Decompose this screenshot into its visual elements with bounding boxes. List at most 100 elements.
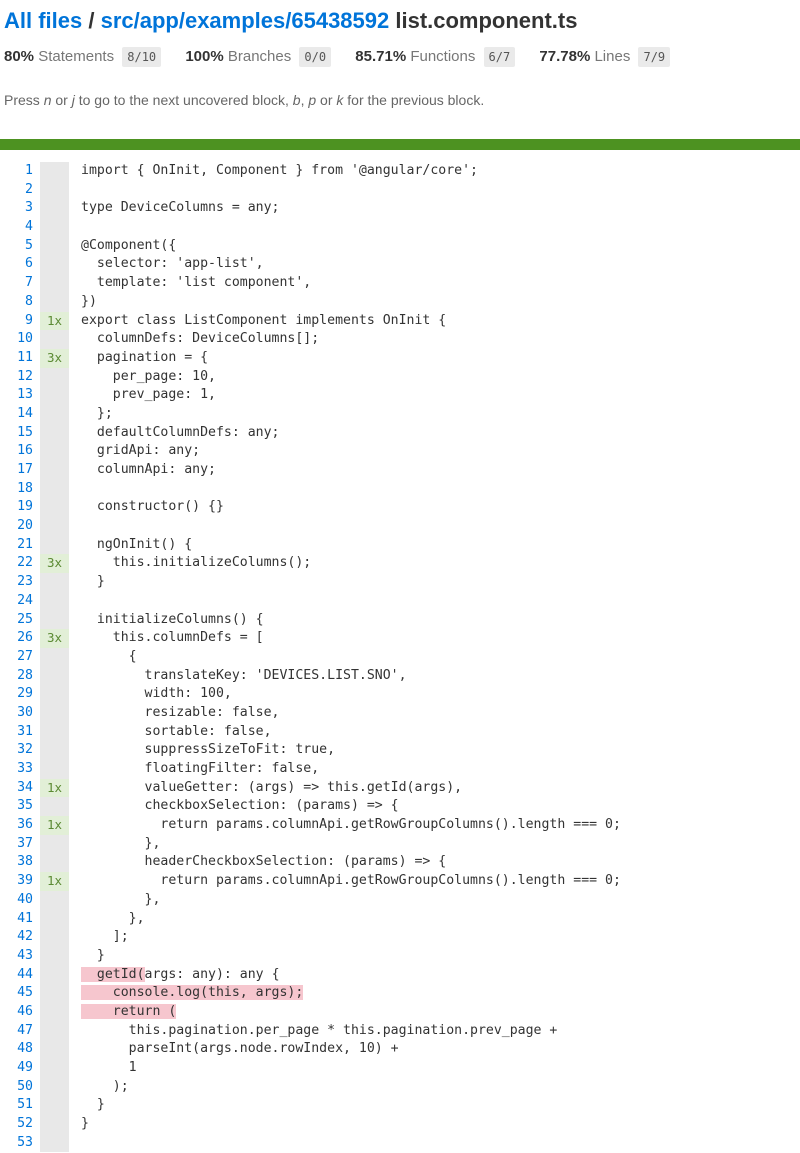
source-code: template: 'list component',: [81, 275, 312, 291]
line-number[interactable]: 35: [0, 797, 35, 816]
code-line: 34 1x valueGetter: (args) => this.getId(a…: [0, 778, 800, 798]
line-number[interactable]: 9: [0, 312, 35, 331]
source-code: width: 100,: [81, 686, 232, 702]
hit-count: [40, 909, 69, 929]
line-number[interactable]: 29: [0, 685, 35, 704]
line-number[interactable]: 14: [0, 405, 35, 424]
code-line: 23 }: [0, 573, 800, 592]
line-number[interactable]: 31: [0, 723, 35, 742]
code-line: 2: [0, 180, 800, 200]
line-number[interactable]: 47: [0, 1022, 35, 1041]
hit-count: 1x: [40, 311, 69, 331]
line-number[interactable]: 41: [0, 910, 35, 929]
code-line: 39 1x return params.columnApi.getRowGroup…: [0, 872, 800, 891]
line-number[interactable]: 36: [0, 816, 35, 835]
line-number[interactable]: 50: [0, 1078, 35, 1097]
code-line: 3 type DeviceColumns = any;: [0, 199, 800, 219]
line-number[interactable]: 44: [0, 966, 35, 985]
line-number[interactable]: 33: [0, 760, 35, 779]
hit-count: 3x: [40, 629, 69, 648]
code-line: 13 prev_page: 1,: [0, 386, 800, 405]
hit-count: [40, 722, 69, 742]
hit-count: 1x: [40, 816, 69, 835]
code-line: 17 columnApi: any;: [0, 461, 800, 480]
hit-count: [40, 535, 69, 555]
line-number[interactable]: 19: [0, 498, 35, 517]
line-number[interactable]: 13: [0, 386, 35, 405]
line-number[interactable]: 16: [0, 442, 35, 461]
line-number[interactable]: 2: [0, 181, 35, 200]
line-number[interactable]: 23: [0, 573, 35, 592]
line-number[interactable]: 8: [0, 293, 35, 312]
source-code: export class ListComponent implements On…: [81, 312, 447, 328]
line-number[interactable]: 21: [0, 536, 35, 555]
line-number[interactable]: 52: [0, 1115, 35, 1134]
line-number[interactable]: 12: [0, 368, 35, 387]
line-number[interactable]: 20: [0, 517, 35, 536]
line-number[interactable]: 17: [0, 461, 35, 480]
path-link[interactable]: src/app/examples/65438592: [101, 8, 390, 33]
line-number[interactable]: 45: [0, 984, 35, 1003]
line-number[interactable]: 42: [0, 928, 35, 947]
line-number[interactable]: 38: [0, 853, 35, 872]
line-number[interactable]: 1: [0, 162, 35, 181]
line-number[interactable]: 3: [0, 199, 35, 218]
source-code: checkboxSelection: (params) => {: [81, 798, 399, 814]
stat-label: Functions: [410, 48, 476, 66]
line-number[interactable]: 4: [0, 218, 35, 237]
code-line: 32 suppressSizeToFit: true,: [0, 741, 800, 760]
source-code: return params.columnApi.getRowGroupColum…: [81, 873, 621, 889]
line-number[interactable]: 40: [0, 891, 35, 910]
line-number[interactable]: 34: [0, 779, 35, 798]
line-number[interactable]: 27: [0, 648, 35, 667]
uncovered-code: console.log(this, args);: [81, 985, 304, 1001]
hit-count: [40, 1077, 69, 1097]
line-number[interactable]: 51: [0, 1096, 35, 1115]
source-code: 1: [81, 1060, 137, 1075]
source-code: initializeColumns() {: [81, 611, 264, 627]
hit-count: [40, 199, 69, 219]
line-number[interactable]: 25: [0, 611, 35, 630]
stat-fraction: 7/9: [638, 47, 671, 68]
line-number[interactable]: 32: [0, 741, 35, 760]
hit-count: [40, 330, 69, 349]
line-number[interactable]: 26: [0, 629, 35, 648]
code-line: 15 defaultColumnDefs: any;: [0, 423, 800, 443]
hit-count: [40, 573, 69, 592]
line-number[interactable]: 7: [0, 274, 35, 293]
source-code: this.pagination.per_page * this.paginati…: [81, 1022, 558, 1038]
uncovered-code: getId(: [81, 966, 145, 982]
stat-branches: 100% Branches 0/0: [185, 46, 332, 68]
line-number[interactable]: 39: [0, 872, 35, 891]
line-number[interactable]: 6: [0, 255, 35, 274]
line-number[interactable]: 53: [0, 1134, 35, 1153]
line-number[interactable]: 49: [0, 1059, 35, 1078]
line-number[interactable]: 10: [0, 330, 35, 349]
code-line: 21 ngOnInit() {: [0, 535, 800, 555]
line-number[interactable]: 18: [0, 480, 35, 499]
line-number[interactable]: 48: [0, 1040, 35, 1059]
source-code: type DeviceColumns = any;: [81, 200, 280, 216]
line-number[interactable]: 5: [0, 237, 35, 256]
line-number[interactable]: 37: [0, 835, 35, 854]
code-line: 27 {: [0, 647, 800, 667]
hit-count: [40, 1021, 69, 1041]
line-number[interactable]: 22: [0, 554, 35, 573]
all-files-link[interactable]: All files: [4, 8, 82, 33]
line-number[interactable]: 46: [0, 1003, 35, 1022]
source-code: }: [81, 1116, 89, 1132]
code-line: 45 console.log(this, args);: [0, 984, 800, 1003]
line-number[interactable]: 30: [0, 704, 35, 723]
line-number[interactable]: 11: [0, 349, 35, 368]
source-code: }): [81, 293, 97, 309]
hit-count: [40, 1133, 69, 1153]
code-line: 4: [0, 218, 800, 237]
line-number[interactable]: 15: [0, 424, 35, 443]
hit-count: [40, 442, 69, 461]
stat-fraction: 8/10: [122, 47, 162, 68]
line-number[interactable]: 24: [0, 592, 35, 611]
source-code: [69, 218, 800, 237]
line-number[interactable]: 28: [0, 667, 35, 686]
line-number[interactable]: 43: [0, 947, 35, 966]
source-code: per_page: 10,: [81, 368, 216, 384]
